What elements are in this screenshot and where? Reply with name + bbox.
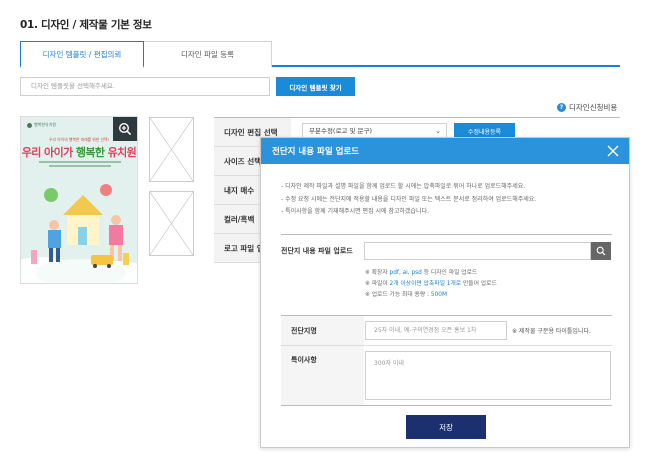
image-placeholder-icon (150, 118, 193, 181)
upload-label: 전단지 내용 파일 업로드 (281, 247, 353, 255)
flyer-name-row: 전단지명 25자 이내, 예-구의연경점 오픈 홍보 1차 ※ 제작물 구분용 … (281, 316, 612, 346)
close-button[interactable] (606, 144, 620, 158)
preview-text-line (49, 165, 111, 167)
special-notes-row: 특이사항 300자 이내 (281, 346, 612, 406)
page-title: 01. 디자인 / 제작물 기본 정보 (20, 19, 152, 31)
flyer-name-label: 전단지명 (281, 316, 364, 345)
find-template-button[interactable]: 디자인 템플릿 찾기 (276, 77, 355, 96)
file-upload-section: 전단지 내용 파일 업로드 ※ 확장자 pdf, ai, psd 등 디자인 파… (281, 234, 612, 307)
tab-design-file-upload[interactable]: 디자인 파일 등록 (144, 41, 272, 67)
hint-extension: ※ 확장자 pdf, ai, psd 등 디자인 파일 업로드 (365, 270, 478, 276)
file-upload-input[interactable] (364, 242, 591, 260)
special-notes-textarea[interactable]: 300자 이내 (365, 351, 611, 400)
template-search-input[interactable]: 디자인 템플릿을 선택해주세요. (20, 77, 270, 96)
preview-logo: 행복한유치원 (27, 122, 56, 128)
special-notes-label: 특이사항 (281, 346, 364, 405)
modal-header: 전단지 내용 파일 업로드 (261, 138, 629, 164)
flyer-name-hint: ※ 제작물 구분용 타이틀입니다. (512, 328, 591, 335)
upload-notes: - 디자인 제작 파일과 설명 파일을 함께 업로드 할 시에는 압축파일로 묶… (281, 181, 536, 219)
tab-bar: 디자인 템플릿 / 편집의뢰 디자인 파일 등록 (20, 41, 620, 68)
preview-headline: 우리 아이가 행복한 유치원 (21, 146, 137, 159)
design-cost-label: 디자인신청비용 (569, 103, 618, 112)
hint-multiple-files: ※ 파일이 2개 이상이면 압축파일 1개로 만들어 업로드 (365, 281, 497, 287)
question-icon: ? (557, 103, 566, 112)
flyer-info-fields: 전단지명 25자 이내, 예-구의연경점 오픈 홍보 1차 ※ 제작물 구분용 … (281, 315, 612, 406)
image-placeholder-icon (150, 192, 193, 255)
preview-text-line (39, 161, 121, 163)
search-icon (596, 246, 606, 256)
note-line: - 특이사항을 함께 기재해주시면 편집 시에 참고하겠습니다. (281, 208, 429, 215)
design-cost-link[interactable]: ? 디자인신청비용 (557, 102, 617, 113)
upload-hints: ※ 확장자 pdf, ai, psd 등 디자인 파일 업로드 ※ 파일이 2개… (365, 268, 497, 301)
thumbnail-placeholder[interactable] (149, 117, 194, 182)
close-icon (607, 145, 619, 157)
template-preview: 행복한유치원 우리 아이의 행복한 미래를 위한 선택! 우리 아이가 행복한 … (20, 116, 138, 284)
tab-design-template[interactable]: 디자인 템플릿 / 편집의뢰 (20, 41, 144, 68)
upload-modal: 전단지 내용 파일 업로드 - 디자인 제작 파일과 설명 파일을 함께 업로드… (260, 137, 630, 448)
zoom-in-button[interactable] (113, 117, 137, 141)
note-line: - 디자인 제작 파일과 설명 파일을 함께 업로드 할 시에는 압축파일로 묶… (281, 183, 526, 190)
file-browse-button[interactable] (591, 242, 611, 260)
zoom-in-icon (118, 122, 132, 136)
chevron-down-icon: ⌄ (435, 127, 441, 135)
save-button[interactable]: 저장 (406, 415, 486, 439)
flyer-name-input[interactable]: 25자 이내, 예-구의연경점 오픈 홍보 1차 (365, 321, 507, 340)
note-line: - 수정 요청 시에는 전단지에 적용할 내용을 디자인 파일 또는 텍스트 문… (281, 195, 537, 203)
hint-max-size: ※ 업로드 가능 최대 용량 : 500M (365, 292, 447, 298)
preview-illustration (21, 184, 137, 283)
modal-title: 전단지 내용 파일 업로드 (272, 147, 360, 157)
thumbnail-placeholder[interactable] (149, 191, 194, 256)
